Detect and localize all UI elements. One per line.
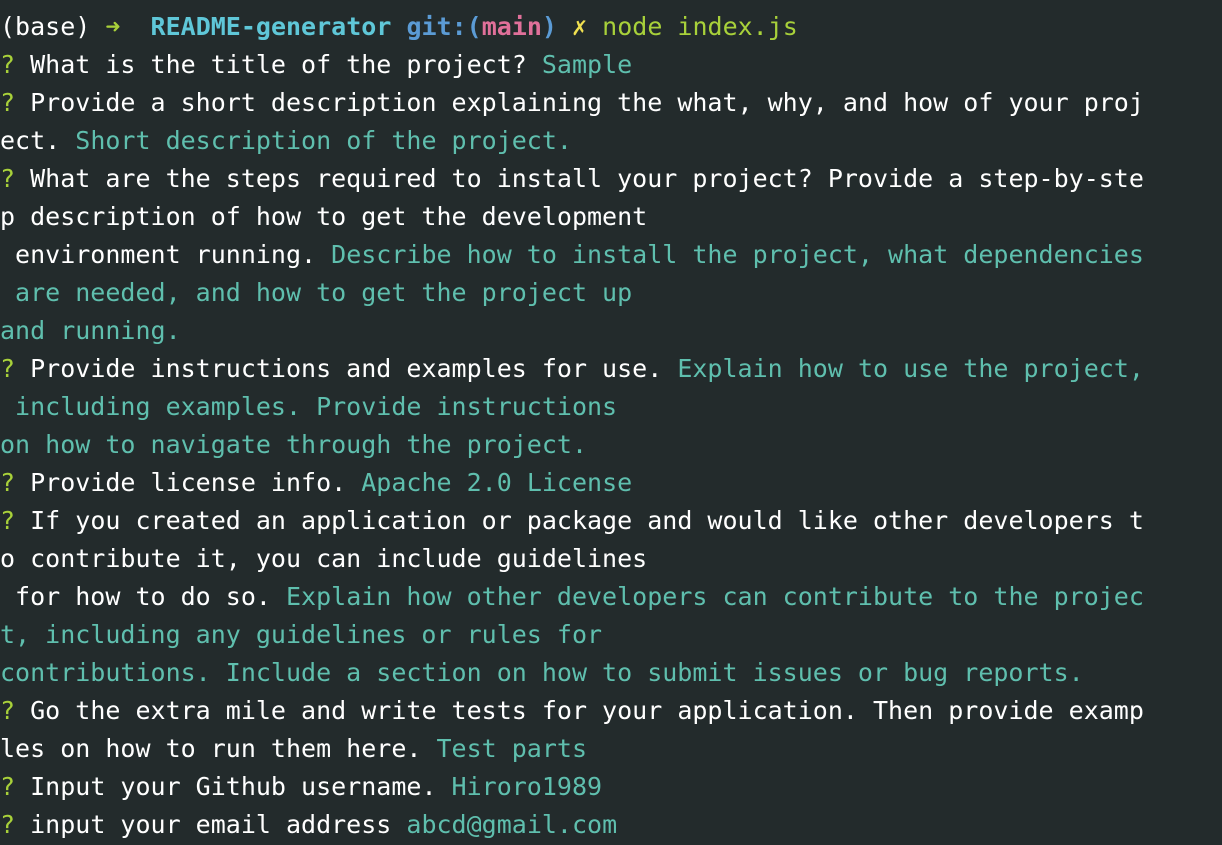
terminal-window[interactable]: (base) ➜ README-generator git:(main) ✗ n…	[0, 0, 1222, 845]
conda-env: (base)	[0, 12, 91, 41]
prompt-answer-text: Test parts	[436, 734, 588, 763]
terminal-line: ? Provide a short description explaining…	[0, 84, 1222, 122]
terminal-line: including examples. Provide instructions	[0, 388, 1222, 426]
prompt-answer-text: contributions. Include a section on how …	[0, 658, 1084, 687]
prompt-answer-text: abcd@gmail.com	[406, 810, 618, 839]
prompt-question-text: Provide license info.	[30, 468, 362, 497]
prompt-answer-text: and running.	[0, 316, 181, 345]
prompt-question-text: Input your Github username.	[30, 772, 452, 801]
prompt-question-text: input your email address	[30, 810, 407, 839]
prompt-answer-text: including examples. Provide instructions	[0, 392, 618, 421]
prompt-question-text: What are the steps required to install y…	[30, 164, 1144, 193]
question-mark-icon: ?	[0, 772, 31, 801]
current-directory: README-generator	[150, 12, 392, 41]
shell-prompt-line: (base) ➜ README-generator git:(main) ✗ n…	[0, 8, 1222, 46]
prompt-arrow-icon: ➜	[105, 12, 121, 41]
dirty-mark-icon: ✗	[572, 12, 588, 41]
prompt-question-text: environment running.	[0, 240, 332, 269]
terminal-line: ? Input your Github username. Hiroro1989	[0, 768, 1222, 806]
terminal-line: o contribute it, you can include guideli…	[0, 540, 1222, 578]
prompt-answer-text: Hiroro1989	[451, 772, 603, 801]
prompt-answer-text: Short description of the project.	[75, 126, 572, 155]
prompt-question-text: o contribute it, you can include guideli…	[0, 544, 648, 573]
command-text: node index.js	[602, 12, 798, 41]
terminal-line: contributions. Include a section on how …	[0, 654, 1222, 692]
git-branch: main	[481, 12, 542, 41]
git-label: git:(	[406, 12, 482, 41]
question-mark-icon: ?	[0, 506, 31, 535]
question-mark-icon: ?	[0, 810, 31, 839]
prompt-question-text: for how to do so.	[0, 582, 286, 611]
question-mark-icon: ?	[0, 696, 31, 725]
prompt-question-text: Go the extra mile and write tests for yo…	[30, 696, 1144, 725]
prompt-answer-text: on how to navigate through the project.	[0, 430, 587, 459]
prompt-answer-text: Explain how to use the project,	[677, 354, 1144, 383]
prompt-answer-text: Apache 2.0 License	[361, 468, 633, 497]
prompt-answer-text: Explain how other developers can contrib…	[285, 582, 1144, 611]
prompt-question-text: Provide instructions and examples for us…	[30, 354, 678, 383]
question-mark-icon: ?	[0, 164, 31, 193]
terminal-line: ? If you created an application or packa…	[0, 502, 1222, 540]
terminal-line: ? input your email address abcd@gmail.co…	[0, 806, 1222, 844]
prompt-question-text: Provide a short description explaining t…	[30, 88, 1144, 117]
prompt-answer-text: Describe how to install the project, wha…	[331, 240, 1144, 269]
prompt-question-text: What is the title of the project?	[30, 50, 542, 79]
terminal-line: are needed, and how to get the project u…	[0, 274, 1222, 312]
prompt-question-text: p description of how to get the developm…	[0, 202, 648, 231]
terminal-line: t, including any guidelines or rules for	[0, 616, 1222, 654]
terminal-line: p description of how to get the developm…	[0, 198, 1222, 236]
question-mark-icon: ?	[0, 50, 31, 79]
terminal-line: on how to navigate through the project.	[0, 426, 1222, 464]
terminal-line: ? Provide instructions and examples for …	[0, 350, 1222, 388]
prompt-question-text: les on how to run them here.	[0, 734, 437, 763]
question-mark-icon: ?	[0, 354, 31, 383]
terminal-line: environment running. Describe how to ins…	[0, 236, 1222, 274]
prompt-question-text: ect.	[0, 126, 76, 155]
prompt-answer-text: t, including any guidelines or rules for	[0, 620, 603, 649]
terminal-line: ? Provide license info. Apache 2.0 Licen…	[0, 464, 1222, 502]
terminal-line: les on how to run them here. Test parts	[0, 730, 1222, 768]
terminal-line: ? Go the extra mile and write tests for …	[0, 692, 1222, 730]
prompt-question-text: If you created an application or package…	[30, 506, 1144, 535]
prompt-answer-text: Sample	[541, 50, 633, 79]
git-label-close: )	[541, 12, 557, 41]
question-mark-icon: ?	[0, 468, 31, 497]
terminal-output: ? What is the title of the project? Samp…	[0, 46, 1222, 844]
terminal-line: ? What is the title of the project? Samp…	[0, 46, 1222, 84]
terminal-line: and running.	[0, 312, 1222, 350]
terminal-line: ? What are the steps required to install…	[0, 160, 1222, 198]
question-mark-icon: ?	[0, 88, 31, 117]
prompt-answer-text: are needed, and how to get the project u…	[0, 278, 633, 307]
terminal-line: ect. Short description of the project.	[0, 122, 1222, 160]
terminal-line: for how to do so. Explain how other deve…	[0, 578, 1222, 616]
